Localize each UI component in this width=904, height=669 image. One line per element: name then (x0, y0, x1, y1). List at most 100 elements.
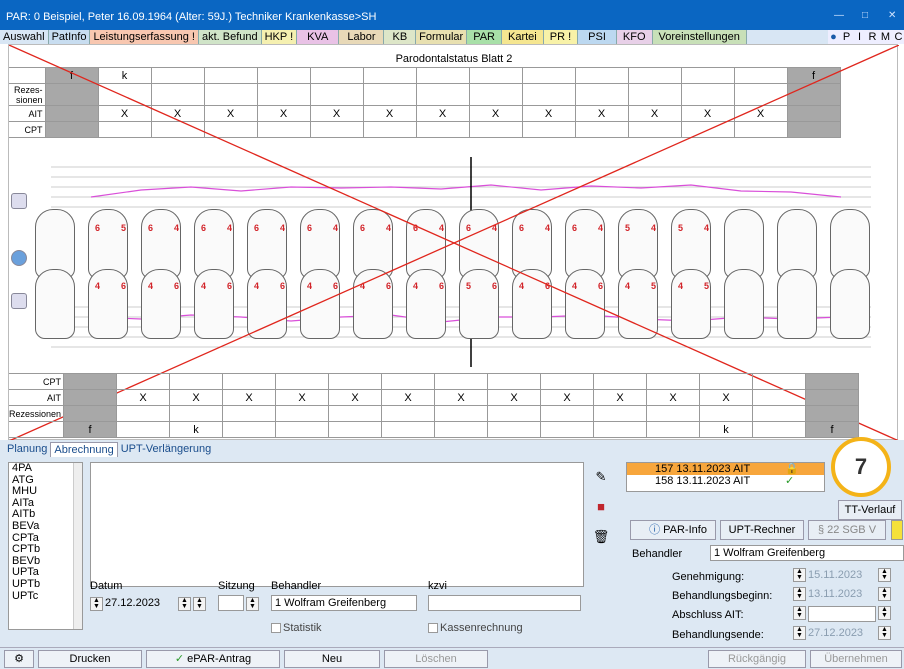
maximize-icon[interactable]: □ (862, 10, 868, 21)
pencil-icon[interactable] (11, 193, 27, 209)
lower-tooth[interactable] (406, 269, 446, 339)
behandlungsende-step-icon[interactable]: ▲ ▼ (878, 626, 891, 640)
upper-ait-x[interactable]: X (415, 105, 470, 122)
genehmigung-step-icon[interactable]: ▲ ▼ (878, 568, 891, 582)
list-item[interactable]: BEVa (12, 520, 82, 533)
abschluss-ait-input[interactable] (808, 606, 876, 622)
lower-ait-x[interactable]: X (540, 389, 595, 406)
lower-tooth[interactable] (141, 269, 181, 339)
lower-tooth[interactable] (35, 269, 75, 339)
tt-verlauf-button[interactable]: TT-Verlauf (838, 500, 902, 520)
code-list[interactable]: 4PA ATG MHU AITa AITb BEVa CPTa CPTb BEV… (8, 462, 83, 630)
kassenrechnung-checkbox[interactable]: Kassenrechnung (428, 622, 523, 634)
edit-pencil-icon[interactable]: ✎ (592, 468, 610, 486)
close-icon[interactable]: ✕ (888, 10, 896, 21)
note-icon[interactable] (891, 520, 903, 540)
lower-tooth[interactable] (300, 269, 340, 339)
menu-akt-befund[interactable]: akt. Befund (198, 30, 262, 44)
menu-kva[interactable]: KVA (297, 30, 340, 44)
history-row[interactable]: 158 13.11.2023 AIT ✓ (627, 475, 824, 487)
settings-gear-icon[interactable]: ⚙ (4, 650, 34, 668)
datum-value[interactable]: 27.12.2023 (105, 597, 160, 609)
menu-psi[interactable]: PSI (578, 30, 617, 44)
upper-ait-x[interactable]: X (362, 105, 417, 122)
list-item[interactable]: CPTb (12, 544, 82, 556)
lower-ait-x[interactable]: X (222, 389, 277, 406)
notes-textarea[interactable] (90, 462, 584, 587)
drucken-button[interactable]: Drucken (38, 650, 142, 668)
lower-ait-x[interactable]: X (646, 389, 701, 406)
genehmigung-spin-icon[interactable]: ▲ ▼ (793, 568, 806, 582)
upper-ait-x[interactable]: X (150, 105, 205, 122)
genehmigung-value[interactable]: 15.11.2023 (808, 569, 862, 581)
behandlungsende-value[interactable]: 27.12.2023 (808, 627, 863, 639)
datum-step-left-icon[interactable]: ▲ ▼ (178, 597, 191, 611)
sitzung-input[interactable] (218, 595, 244, 611)
lower-tooth[interactable] (459, 269, 499, 339)
rueckgaengig-button[interactable]: Rückgängig (708, 650, 806, 668)
list-item[interactable]: 4PA (12, 462, 82, 475)
list-item[interactable]: UPTb (12, 578, 82, 591)
kzvi-select[interactable] (428, 595, 581, 611)
tab-planung[interactable]: Planung (4, 442, 50, 457)
lower-ait-x[interactable]: X (116, 389, 171, 406)
history-row[interactable]: 157 13.11.2023 AIT 🔒 (627, 463, 824, 475)
menu-right-r[interactable]: R (867, 30, 878, 44)
menu-leistungserfassung[interactable]: Leistungserfassung ! (90, 30, 199, 44)
tab-abrechnung[interactable]: Abrechnung (50, 442, 118, 457)
menu-right-c[interactable]: C (893, 30, 904, 44)
upper-ait-x[interactable]: X (680, 105, 735, 122)
lower-tooth[interactable] (777, 269, 817, 339)
lower-ait-x[interactable]: X (593, 389, 648, 406)
lower-ait-x[interactable]: X (434, 389, 489, 406)
list-item[interactable]: UPTc (12, 590, 82, 603)
epar-antrag-button[interactable]: ✓ ePAR-Antrag (146, 650, 280, 668)
menu-pr[interactable]: PR ! (543, 30, 579, 44)
sitzung-spin-icon[interactable]: ▲ ▼ (246, 597, 259, 611)
par-info-button[interactable]: ⓘ PAR-Info (630, 520, 716, 540)
lower-ait-x[interactable]: X (487, 389, 542, 406)
lower-tooth[interactable] (512, 269, 552, 339)
menu-hkp[interactable]: HKP ! (261, 30, 298, 44)
menu-par[interactable]: PAR (467, 30, 502, 44)
statistik-checkbox[interactable]: Statistik (271, 622, 322, 634)
menu-voreinstellungen[interactable]: Voreinstellungen (652, 30, 747, 44)
menu-patinfo[interactable]: PatInfo (48, 30, 91, 44)
upt-rechner-button[interactable]: UPT-Rechner (720, 520, 804, 540)
lower-tooth[interactable] (353, 269, 393, 339)
tab-upt-verlaengerung[interactable]: UPT-Verlängerung (118, 442, 215, 457)
lower-tooth[interactable] (618, 269, 658, 339)
upper-ait-x[interactable]: X (468, 105, 523, 122)
menu-kartei[interactable]: Kartei (502, 30, 544, 44)
upper-ait-x[interactable]: X (521, 105, 576, 122)
menu-labor[interactable]: Labor (339, 30, 385, 44)
globe-icon[interactable] (11, 250, 27, 266)
menu-kb[interactable]: KB (384, 30, 417, 44)
upper-ait-x[interactable]: X (97, 105, 152, 122)
save-disk-icon[interactable]: ■ (592, 498, 610, 516)
uebernehmen-button[interactable]: Übernehmen (810, 650, 902, 668)
trash-icon[interactable]: 🗑 (592, 528, 610, 546)
behandlungsende-spin-icon[interactable]: ▲ ▼ (793, 626, 806, 640)
datum-step-right-icon[interactable]: ▲ ▼ (193, 597, 206, 611)
menu-right-p[interactable]: P (841, 30, 852, 44)
lower-tooth[interactable] (88, 269, 128, 339)
history-list[interactable]: 157 13.11.2023 AIT 🔒 158 13.11.2023 AIT ✓ (626, 462, 825, 492)
lower-tooth[interactable] (830, 269, 870, 339)
lower-tooth[interactable] (565, 269, 605, 339)
behandlungsbeginn-spin-icon[interactable]: ▲ ▼ (793, 587, 806, 601)
lower-ait-x[interactable]: X (328, 389, 383, 406)
pencil-lower-icon[interactable] (11, 293, 27, 309)
upper-ait-x[interactable]: X (256, 105, 311, 122)
help-icon[interactable]: ● (828, 30, 839, 44)
neu-button[interactable]: Neu (284, 650, 380, 668)
list-scrollbar[interactable] (73, 463, 82, 629)
lower-ait-x[interactable]: X (381, 389, 436, 406)
lower-tooth[interactable] (194, 269, 234, 339)
upper-ait-x[interactable]: X (309, 105, 364, 122)
lower-ait-x[interactable]: X (699, 389, 754, 406)
lower-tooth[interactable] (671, 269, 711, 339)
abschluss-step-icon[interactable]: ▲ ▼ (878, 606, 891, 620)
menu-right-m[interactable]: M (880, 30, 891, 44)
menu-auswahl[interactable]: Auswahl (0, 30, 49, 44)
